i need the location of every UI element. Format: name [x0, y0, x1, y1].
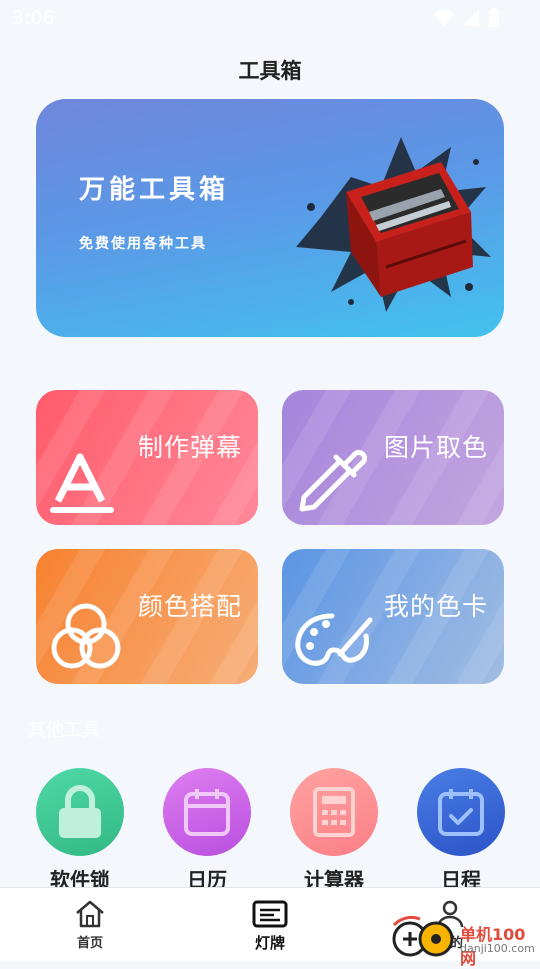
calculator-icon [313, 787, 355, 837]
feature-label: 图片取色 [383, 433, 488, 462]
color-circles-icon [51, 603, 121, 669]
status-bar: 3:06 [0, 0, 540, 38]
palette-icon [295, 613, 373, 666]
feature-label: 颜色搭配 [137, 592, 242, 621]
calendar-icon [184, 789, 230, 836]
feature-label: 制作弹幕 [137, 433, 242, 462]
nav-item-home[interactable]: 首页 [50, 900, 130, 951]
promo-banner[interactable]: 万能工具箱 免费使用各种工具 [36, 99, 504, 337]
tool-calendar[interactable]: 日历 [157, 768, 257, 893]
schedule-icon [438, 789, 484, 836]
nav-item-marquee[interactable]: 灯牌 [230, 900, 310, 953]
tool-circle [417, 768, 505, 856]
wifi-icon [434, 9, 454, 26]
feature-my-color-cards[interactable]: 我的色卡 [282, 549, 504, 684]
nav-label: 首页 [76, 936, 103, 951]
tool-schedule[interactable]: 日程 [411, 768, 511, 893]
page-title: 工具箱 [238, 59, 302, 83]
status-time: 3:06 [12, 7, 55, 29]
nav-label: 灯牌 [254, 934, 285, 952]
eyedropper-icon [299, 449, 368, 512]
tool-circle [290, 768, 378, 856]
feature-color-picker[interactable]: 图片取色 [282, 390, 504, 525]
watermark-url: danji100.com [460, 942, 535, 955]
feature-label: 我的色卡 [383, 592, 488, 621]
section-title-other-tools: 其他工具 [28, 720, 100, 741]
feature-color-matching[interactable]: 颜色搭配 [36, 549, 258, 684]
signal-icon [463, 10, 479, 26]
tool-calculator[interactable]: 计算器 [284, 768, 384, 893]
letter-a-icon [50, 453, 114, 513]
battery-icon [489, 8, 499, 27]
watermark-logo-icon [392, 915, 454, 957]
marquee-icon [252, 900, 288, 928]
toolbox-illustration [296, 137, 491, 312]
banner-subtitle: 免费使用各种工具 [79, 236, 207, 252]
banner-title: 万能工具箱 [79, 175, 230, 205]
tool-circle [36, 768, 124, 856]
lock-icon [59, 785, 101, 838]
tool-app-lock[interactable]: 软件锁 [30, 768, 130, 893]
feature-make-danmaku[interactable]: 制作弹幕 [36, 390, 258, 525]
watermark: 单机100网 danji100.com [390, 915, 540, 968]
tool-circle [163, 768, 251, 856]
home-icon [76, 900, 104, 928]
status-icons [434, 8, 500, 28]
